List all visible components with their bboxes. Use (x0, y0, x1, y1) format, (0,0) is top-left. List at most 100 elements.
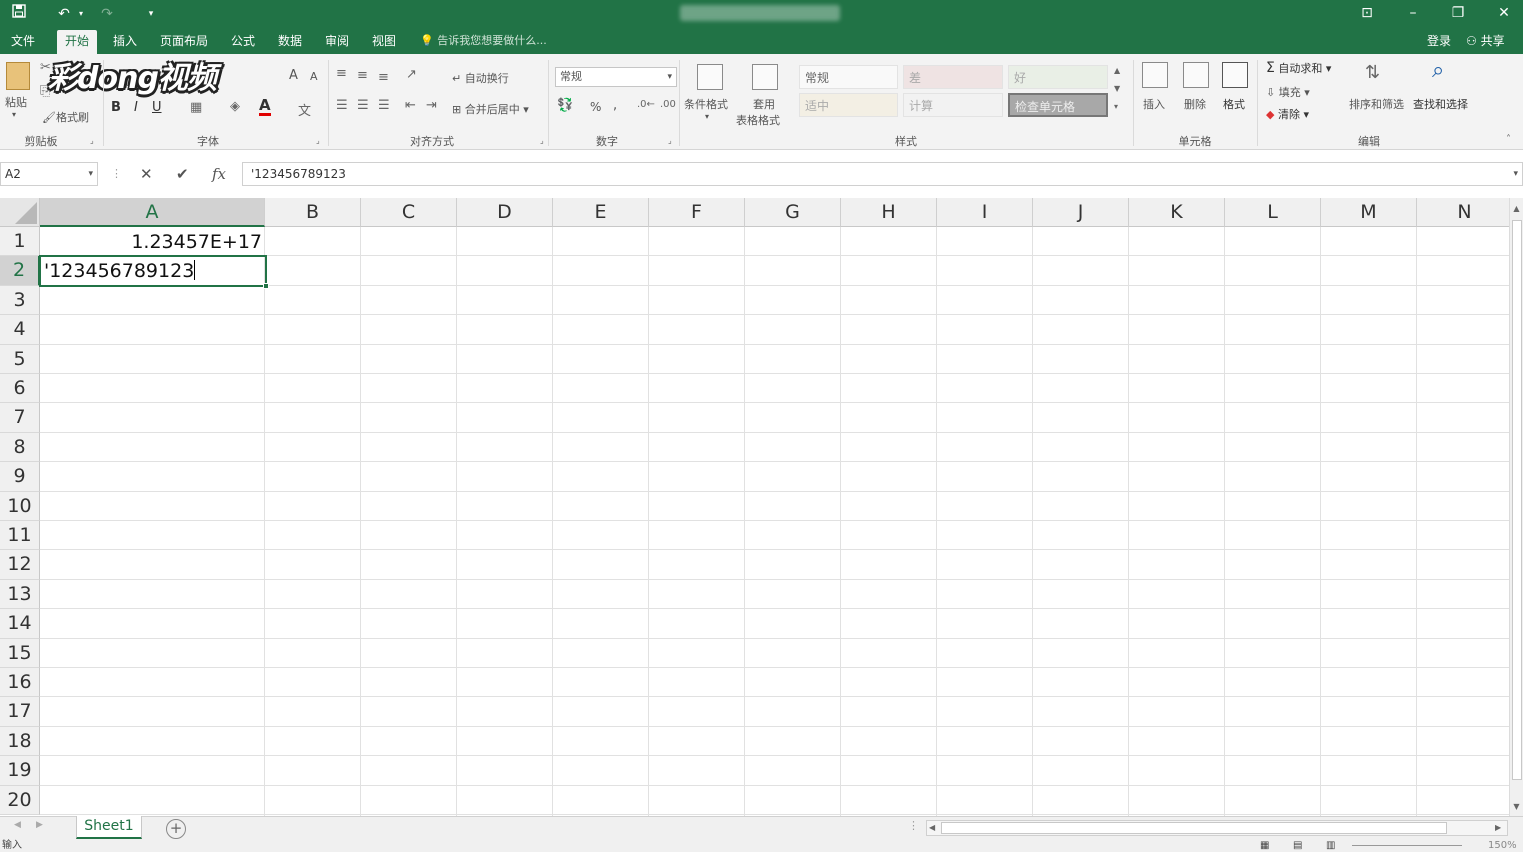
phonetic-icon[interactable]: 文 (298, 100, 311, 119)
scroll-left-icon[interactable]: ◀ (929, 821, 935, 835)
ribbon-display-options-icon[interactable]: ⊡ (1350, 2, 1384, 24)
cancel-entry-button[interactable]: ✕ (140, 164, 153, 184)
row-header-17[interactable]: 17 (0, 697, 40, 727)
vertical-scroll-thumb[interactable] (1512, 220, 1522, 780)
autosum-button[interactable]: Σ 自动求和 ▾ (1266, 60, 1331, 76)
format-cells-icon[interactable] (1222, 62, 1248, 88)
sort-filter-label[interactable]: 排序和筛选 (1349, 96, 1404, 112)
tab-view[interactable]: 视图 (364, 30, 404, 54)
column-header-c[interactable]: C (361, 198, 457, 227)
column-header-j[interactable]: J (1033, 198, 1129, 227)
number-launcher-icon[interactable]: ⌟ (668, 136, 672, 145)
paste-label[interactable]: 粘贴 (5, 94, 27, 110)
column-header-l[interactable]: L (1225, 198, 1321, 227)
row-header-8[interactable]: 8 (0, 432, 40, 463)
italic-button[interactable]: I (134, 100, 138, 115)
merge-center-button[interactable]: ⊞ 合并后居中 ▾ (452, 101, 529, 117)
currency-icon[interactable]: 💱 (557, 98, 573, 113)
increase-indent-icon[interactable]: ⇥ (426, 98, 437, 113)
column-header-h[interactable]: H (841, 198, 937, 227)
formula-input[interactable]: '123456789123 ▾ (242, 162, 1523, 186)
row-header-19[interactable]: 19 (0, 756, 40, 786)
close-icon[interactable]: ✕ (1487, 2, 1521, 24)
style-normal[interactable]: 常规 (799, 65, 898, 89)
clear-button[interactable]: ◆ 清除 ▾ (1266, 106, 1309, 122)
row-header-16[interactable]: 16 (0, 668, 40, 698)
format-as-table-label-2[interactable]: 表格格式 (736, 112, 780, 128)
shrink-font-button[interactable]: A (310, 70, 318, 83)
align-middle-icon[interactable]: ≡ (357, 68, 368, 83)
percent-button[interactable]: % (590, 100, 601, 114)
zoom-slider[interactable] (1352, 845, 1462, 846)
column-header-f[interactable]: F (649, 198, 745, 227)
column-header-g[interactable]: G (745, 198, 841, 227)
zoom-level[interactable]: 150% (1488, 840, 1517, 852)
share-button[interactable]: ⚇ 共享 (1466, 32, 1505, 50)
wrap-text-button[interactable]: ↵ 自动换行 (452, 70, 509, 86)
scroll-right-icon[interactable]: ▶ (1495, 821, 1501, 835)
column-header-m[interactable]: M (1321, 198, 1417, 227)
sheet-scroll-left-icon[interactable]: ◀ (14, 820, 21, 830)
style-calculation[interactable]: 计算 (903, 93, 1003, 117)
undo-dropdown-icon[interactable]: ▾ (76, 4, 86, 24)
horizontal-scrollbar[interactable]: ◀ ▶ (926, 820, 1508, 836)
tab-file[interactable]: 文件 (3, 30, 43, 54)
add-sheet-icon[interactable]: + (166, 819, 186, 839)
styles-more-icon[interactable]: ▾ (1114, 102, 1118, 111)
conditional-formatting-label[interactable]: 条件格式 (684, 96, 728, 112)
minimize-icon[interactable]: – (1396, 2, 1430, 24)
number-format-combo[interactable]: 常规 ▾ (555, 67, 677, 87)
row-header-6[interactable]: 6 (0, 374, 40, 404)
sheet-tab-sheet1[interactable]: Sheet1 (76, 816, 142, 839)
alignment-launcher-icon[interactable]: ⌟ (540, 136, 544, 145)
row-header-3[interactable]: 3 (0, 285, 40, 316)
format-as-table-icon[interactable] (752, 64, 778, 90)
scroll-down-icon[interactable]: ▼ (1510, 800, 1523, 814)
format-cells-label[interactable]: 格式 (1223, 96, 1245, 112)
scroll-up-icon[interactable]: ▲ (1510, 202, 1523, 216)
decrease-decimal-icon[interactable]: .00 (660, 99, 676, 110)
align-bottom-icon[interactable]: ≡ (378, 70, 389, 85)
restore-icon[interactable]: ❐ (1441, 2, 1475, 24)
row-header-10[interactable]: 10 (0, 491, 40, 521)
font-launcher-icon[interactable]: ⌟ (316, 136, 320, 145)
style-neutral[interactable]: 适中 (799, 93, 898, 117)
style-check-cell[interactable]: 检查单元格 (1008, 93, 1108, 117)
row-header-2[interactable]: 2 (0, 256, 40, 286)
column-header-b[interactable]: B (265, 198, 361, 227)
find-select-label[interactable]: 查找和选择 (1413, 96, 1468, 112)
find-select-icon[interactable]: ⌕ (1432, 58, 1444, 83)
style-bad[interactable]: 差 (903, 65, 1003, 89)
bold-button[interactable]: B (111, 100, 121, 115)
redo-icon[interactable]: ↷ (96, 4, 118, 24)
delete-cells-label[interactable]: 删除 (1184, 96, 1206, 112)
fill-handle[interactable] (263, 283, 269, 289)
insert-cells-icon[interactable] (1142, 62, 1168, 88)
align-left-icon[interactable]: ☰ (336, 98, 348, 113)
row-header-18[interactable]: 18 (0, 726, 40, 757)
page-layout-view-icon[interactable]: ▤ (1293, 840, 1302, 852)
horizontal-scroll-thumb[interactable] (941, 822, 1447, 834)
clipboard-launcher-icon[interactable]: ⌟ (90, 136, 94, 145)
fill-button[interactable]: ⇩ 填充 ▾ (1266, 84, 1310, 100)
worksheet-grid[interactable]: ABCDEFGHIJKLMN 1 2 3 4 5 6 7 8 9 10 11 12 13 14 15 16 17… (0, 198, 1509, 816)
save-icon[interactable] (8, 4, 30, 24)
row-header-5[interactable]: 5 (0, 344, 40, 374)
undo-icon[interactable]: ↶ (52, 4, 76, 24)
align-right-icon[interactable]: ☰ (378, 98, 390, 113)
collapse-ribbon-icon[interactable]: ˄ (1506, 134, 1511, 145)
row-header-9[interactable]: 9 (0, 462, 40, 492)
comma-button[interactable]: , (613, 98, 617, 113)
name-box[interactable]: A2 ▾ (0, 162, 98, 186)
fill-color-icon[interactable]: ◈ (230, 99, 240, 114)
page-break-view-icon[interactable]: ▥ (1326, 840, 1335, 852)
column-header-i[interactable]: I (937, 198, 1033, 227)
increase-decimal-icon[interactable]: .0← (637, 99, 655, 110)
select-all-button[interactable] (0, 198, 40, 227)
sheet-scroll-right-icon[interactable]: ▶ (36, 820, 43, 830)
styles-scroll-down-icon[interactable]: ▼ (1114, 84, 1120, 93)
vertical-scrollbar[interactable]: ▲ ▼ (1509, 198, 1523, 816)
align-center-icon[interactable]: ☰ (357, 98, 369, 113)
paste-icon[interactable] (6, 62, 30, 90)
row-header-13[interactable]: 13 (0, 579, 40, 610)
